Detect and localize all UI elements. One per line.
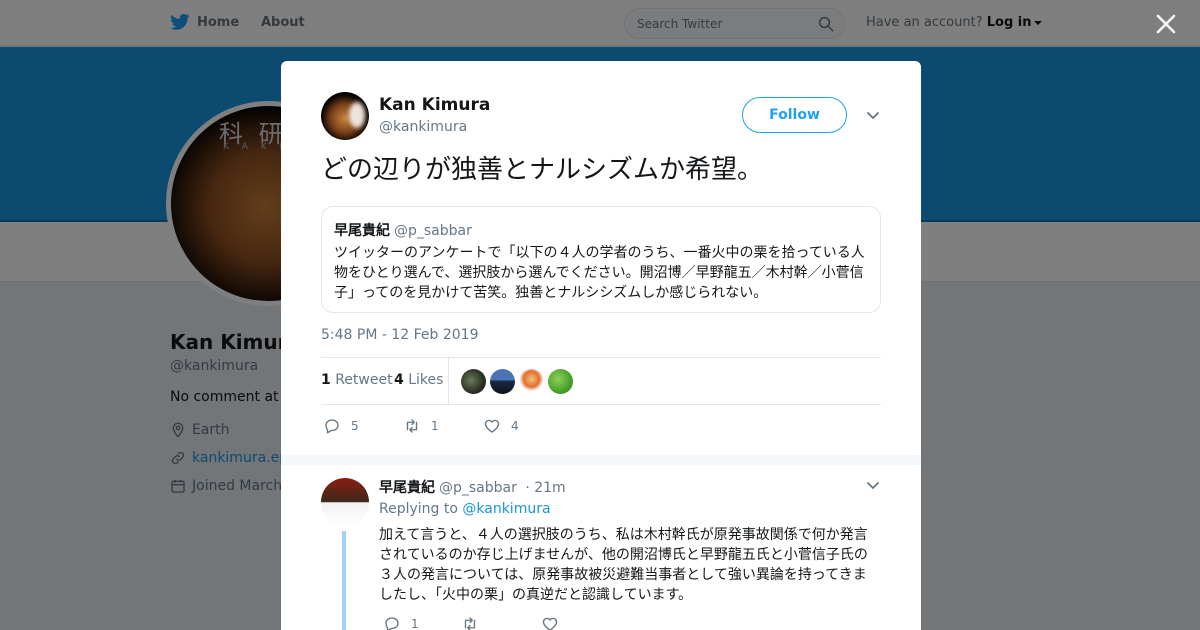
replying-to: Replying to @kankimura: [379, 501, 551, 517]
likes-stat[interactable]: 4 Likes: [394, 372, 443, 388]
retweet-icon[interactable]: [403, 417, 421, 435]
quoted-author-name: 早尾貴紀: [334, 223, 390, 239]
tweet-author-avatar[interactable]: [321, 92, 369, 140]
reply-time[interactable]: · 21m: [525, 480, 565, 496]
reply-author-handle[interactable]: @p_sabbar: [439, 480, 517, 496]
thread-divider: [281, 455, 921, 465]
retweet-stat[interactable]: 1 Retweet: [321, 372, 393, 388]
stats-divider: [448, 358, 449, 404]
reply-author-avatar[interactable]: [321, 478, 369, 526]
tweet-timestamp[interactable]: 5:48 PM - 12 Feb 2019: [321, 327, 479, 343]
like-count: 4: [511, 419, 519, 433]
favoriter-avatar[interactable]: [548, 369, 573, 394]
reply-icon[interactable]: [383, 615, 401, 630]
tweet-actions: 5 1 4: [321, 417, 881, 437]
reply-reply-count: 1: [411, 617, 419, 630]
tweet-author-name[interactable]: Kan Kimura: [379, 95, 490, 115]
like-action[interactable]: [541, 615, 559, 630]
retweet-stat-label: Retweet: [335, 372, 393, 388]
heart-icon[interactable]: [483, 417, 501, 435]
retweet-action[interactable]: 1: [403, 417, 439, 435]
chevron-down-icon[interactable]: [866, 109, 880, 123]
tweet-stats: 1 Retweet 4 Likes: [321, 357, 881, 405]
retweet-stat-count: 1: [321, 372, 331, 388]
close-icon[interactable]: [1155, 13, 1177, 35]
quoted-author-handle: @p_sabbar: [394, 223, 472, 239]
reply-header: 早尾貴紀 @p_sabbar · 21m: [379, 477, 566, 497]
replying-to-mention[interactable]: @kankimura: [462, 501, 550, 517]
reply-author-name[interactable]: 早尾貴紀: [379, 480, 435, 496]
quoted-tweet[interactable]: 早尾貴紀 @p_sabbar ツイッターのアンケートで「以下の４人の学者のうち、一…: [321, 206, 881, 313]
likes-stat-label: Likes: [408, 372, 444, 388]
reply-actions: 1: [379, 615, 679, 630]
reply-count: 5: [351, 419, 359, 433]
thread-connector-line: [342, 531, 346, 630]
reply-action[interactable]: 5: [323, 417, 359, 435]
likes-stat-count: 4: [394, 372, 404, 388]
reply-text: 加えて言うと、４人の選択肢のうち、私は木村幹氏が原発事故関係で何か発言されている…: [379, 527, 868, 603]
quoted-tweet-text: ツイッターのアンケートで「以下の４人の学者のうち、一番火中の栗を拾っている人物を…: [334, 245, 865, 301]
tweet-text: どの辺りが独善とナルシズムか希望。: [321, 155, 764, 185]
reply-action[interactable]: 1: [383, 615, 419, 630]
quoted-tweet-header: 早尾貴紀 @p_sabbar: [334, 220, 868, 240]
favoriter-avatar[interactable]: [490, 369, 515, 394]
retweet-action[interactable]: [461, 615, 479, 630]
chevron-down-icon[interactable]: [866, 479, 880, 493]
heart-icon[interactable]: [541, 615, 559, 630]
retweet-count: 1: [431, 419, 439, 433]
tweet-author-handle[interactable]: @kankimura: [379, 119, 467, 135]
favoriter-avatar[interactable]: [519, 369, 544, 394]
reply-icon[interactable]: [323, 417, 341, 435]
tweet-modal: Kan Kimura @kankimura Follow どの辺りが独善とナルシ…: [281, 61, 921, 630]
like-action[interactable]: 4: [483, 417, 519, 435]
favoriter-avatar[interactable]: [461, 369, 486, 394]
replying-to-prefix: Replying to: [379, 501, 458, 517]
follow-button[interactable]: Follow: [742, 97, 847, 133]
retweet-icon[interactable]: [461, 615, 479, 630]
